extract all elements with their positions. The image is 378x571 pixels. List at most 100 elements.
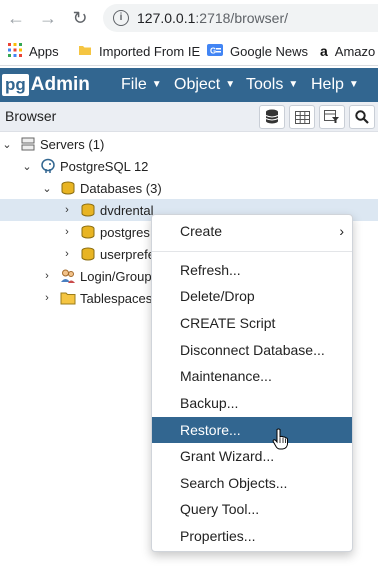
bookmark-amazon[interactable]: a Amazo <box>320 42 375 60</box>
panel-title: Browser <box>5 108 57 124</box>
tree-label: Servers (1) <box>40 136 105 152</box>
bookmark-apps[interactable]: Apps <box>8 42 59 60</box>
menu-item-label: Query Tool... <box>180 501 260 517</box>
tree-label: userprefe <box>100 246 155 262</box>
menu-object-label: Object <box>174 76 221 93</box>
chevron-right-icon[interactable]: › <box>40 270 54 282</box>
chevron-right-icon[interactable]: › <box>60 226 74 238</box>
context-menu: Create › Refresh... Delete/Drop CREATE S… <box>151 214 353 552</box>
menu-item-label: Maintenance... <box>180 368 272 384</box>
menu-item-query-tool[interactable]: Query Tool... <box>152 496 352 522</box>
menu-item-restore[interactable]: Restore... <box>152 417 352 443</box>
bookmark-imported-from-ie[interactable]: Imported From IE <box>78 42 200 60</box>
pgadmin-logo[interactable]: pg Admin <box>2 73 90 97</box>
menu-item-label: Grant Wizard... <box>180 448 275 464</box>
menu-file[interactable]: File ▼ <box>121 76 162 94</box>
tree-label: Tablespaces <box>80 290 153 306</box>
chevron-right-icon[interactable]: › <box>40 292 54 304</box>
filter-table-icon[interactable] <box>319 105 345 129</box>
table-grid-icon[interactable] <box>289 105 315 129</box>
chevron-down-icon: ▼ <box>151 79 162 90</box>
menu-item-properties[interactable]: Properties... <box>152 523 352 549</box>
menu-help-label: Help <box>311 76 344 93</box>
servers-icon <box>20 136 36 152</box>
amazon-icon: a <box>320 43 328 59</box>
address-bar[interactable]: i 127.0.0.1:2718/browser/ <box>103 4 378 32</box>
menu-item-label: Delete/Drop <box>180 288 255 304</box>
menu-item-label: Disconnect Database... <box>180 342 325 358</box>
elephant-icon <box>40 158 56 174</box>
bookmark-google-news[interactable]: G Google News <box>207 42 308 60</box>
tree-label: Login/Group <box>80 268 152 284</box>
menu-divider <box>152 251 352 252</box>
tree-label: Databases (3) <box>80 180 162 196</box>
menu-item-create[interactable]: Create › <box>152 218 352 244</box>
menu-item-disconnect-database[interactable]: Disconnect Database... <box>152 337 352 363</box>
menu-object[interactable]: Object ▼ <box>174 76 235 94</box>
database-icon <box>80 246 96 262</box>
menu-item-grant-wizard[interactable]: Grant Wizard... <box>152 443 352 469</box>
chevron-down-icon[interactable]: ⌄ <box>20 160 34 173</box>
bookmark-label: Google News <box>230 43 309 59</box>
tablespaces-icon <box>60 290 76 306</box>
users-icon <box>60 268 76 284</box>
database-icon <box>80 224 96 240</box>
info-icon[interactable]: i <box>113 10 129 26</box>
chevron-down-icon[interactable]: ⌄ <box>40 182 54 195</box>
tree-label: PostgreSQL 12 <box>60 158 149 174</box>
menu-item-refresh[interactable]: Refresh... <box>152 257 352 283</box>
menu-item-label: Backup... <box>180 395 239 411</box>
chevron-down-icon: ▼ <box>348 79 359 90</box>
tree-node-databases[interactable]: ⌄ Databases (3) <box>0 177 378 199</box>
bookmark-label: Amazo <box>334 43 376 59</box>
menu-tools[interactable]: Tools ▼ <box>246 76 298 94</box>
google-news-icon: G <box>207 43 223 60</box>
back-arrow-icon[interactable]: ← <box>6 8 26 28</box>
reload-icon[interactable]: ↻ <box>70 8 90 28</box>
logo-pg: pg <box>2 74 29 96</box>
chevron-down-icon: ▼ <box>225 79 236 90</box>
menu-item-label: Properties... <box>180 528 256 544</box>
chevron-right-icon: › <box>339 223 344 239</box>
chevron-down-icon[interactable]: ⌄ <box>0 138 14 151</box>
menu-item-delete-drop[interactable]: Delete/Drop <box>152 283 352 309</box>
url-host: 127.0.0.1 <box>137 10 196 26</box>
tree-node-servers[interactable]: ⌄ Servers (1) <box>0 133 378 155</box>
tree-label: dvdrental <box>100 202 154 218</box>
svg-text:G: G <box>210 46 216 55</box>
browser-toolbar: ← → ↻ i 127.0.0.1:2718/browser/ <box>0 0 378 36</box>
menu-item-label: Create <box>180 223 223 239</box>
url-path: :2718/browser/ <box>195 10 288 26</box>
menu-help[interactable]: Help ▼ <box>311 76 359 94</box>
forward-arrow-icon[interactable]: → <box>38 8 58 28</box>
tree-label: postgres <box>100 224 150 240</box>
menu-item-label: Restore... <box>180 422 241 438</box>
hand-cursor-icon <box>272 428 290 450</box>
search-icon[interactable] <box>349 105 375 129</box>
menu-item-maintenance[interactable]: Maintenance... <box>152 363 352 389</box>
menu-file-label: File <box>121 76 147 93</box>
database-icon <box>80 202 96 218</box>
chevron-down-icon: ▼ <box>288 79 299 90</box>
menu-item-label: CREATE Script <box>180 315 276 331</box>
bookmark-label: Apps <box>29 43 59 59</box>
menu-item-create-script[interactable]: CREATE Script <box>152 310 352 336</box>
menu-item-label: Refresh... <box>180 262 241 278</box>
url-text: 127.0.0.1:2718/browser/ <box>137 10 288 26</box>
menu-tools-label: Tools <box>246 76 284 93</box>
folder-icon <box>78 43 92 60</box>
bookmark-label: Imported From IE <box>99 43 201 59</box>
databases-icon <box>60 180 76 196</box>
menu-item-search-objects[interactable]: Search Objects... <box>152 470 352 496</box>
browser-panel-toolbar: Browser <box>0 102 378 132</box>
tree-node-postgresql-12[interactable]: ⌄ PostgreSQL 12 <box>0 155 378 177</box>
bookmarks-bar: Apps Imported From IE G Google News a Am… <box>0 36 378 66</box>
apps-grid-icon <box>8 42 22 60</box>
pgadmin-header: pg Admin File ▼ Object ▼ Tools ▼ Help ▼ <box>0 68 378 102</box>
chevron-right-icon[interactable]: › <box>60 204 74 216</box>
menu-item-label: Search Objects... <box>180 475 288 491</box>
database-icon[interactable] <box>259 105 285 129</box>
menu-item-backup[interactable]: Backup... <box>152 390 352 416</box>
chevron-right-icon[interactable]: › <box>60 248 74 260</box>
logo-admin: Admin <box>30 74 90 95</box>
